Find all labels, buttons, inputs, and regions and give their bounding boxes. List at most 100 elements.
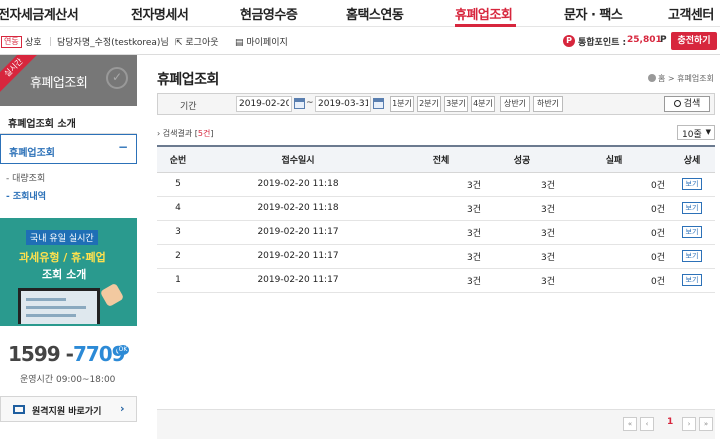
sidebar-header: 실시간 휴폐업조회 ✓	[0, 55, 137, 106]
calendar-icon[interactable]	[294, 98, 305, 109]
home-icon	[648, 74, 656, 82]
sidebar-subitem-history[interactable]: - 조회내역	[6, 189, 46, 202]
cell-received: 2019-02-20 11:17	[199, 244, 397, 269]
nav-customer-center[interactable]: 고객센터	[668, 4, 714, 23]
collapse-icon[interactable]: −	[118, 140, 128, 154]
result-summary: › 검색결과 [5건]	[157, 129, 214, 138]
view-button[interactable]: 보기	[682, 250, 702, 262]
col-header-fail: 실패	[559, 145, 669, 173]
cell-success: 3건	[485, 172, 559, 197]
nav-active-underline	[455, 24, 516, 27]
view-button[interactable]: 보기	[682, 178, 702, 190]
next-page-button[interactable]: ›	[682, 417, 696, 431]
sidebar-item-closure-lookup[interactable]: 휴폐업조회 −	[0, 134, 137, 164]
view-button[interactable]: 보기	[682, 274, 702, 286]
view-button[interactable]: 보기	[682, 202, 702, 214]
nav-e-tax-invoice[interactable]: 전자세금계산서	[0, 4, 79, 23]
sidebar-subitem-bulk-lookup[interactable]: - 대량조회	[6, 171, 45, 184]
col-header-received: 접수일시	[199, 145, 397, 173]
cell-total: 3건	[397, 244, 485, 269]
pagination: « ‹ 1 › »	[157, 409, 715, 439]
cell-received: 2019-02-20 11:18	[199, 196, 397, 221]
cell-no: 1	[157, 268, 199, 293]
date-separator: ~	[306, 98, 314, 108]
col-header-detail: 상세	[669, 145, 715, 173]
search-panel: 기간 ~ 1분기 2분기 3분기 4분기 상반기 하반기 검색	[157, 93, 715, 115]
col-header-no: 순번	[157, 145, 199, 173]
quarter-1-button[interactable]: 1분기	[390, 96, 414, 112]
second-half-button[interactable]: 하반기	[533, 96, 563, 112]
view-button[interactable]: 보기	[682, 226, 702, 238]
points-icon: P	[563, 35, 575, 47]
mypage-link[interactable]: ▤ 마이페이지	[235, 35, 288, 48]
table-row: 5 2019-02-20 11:18 3건 3건 0건 보기	[157, 172, 715, 197]
cell-total: 3건	[397, 268, 485, 293]
history-table: 순번 접수일시 전체 성공 실패 상세 5 2019-02-20 11:18 3…	[157, 145, 715, 293]
banner-line-3: 조회 소개	[42, 268, 87, 281]
chevron-right-icon: ›	[120, 402, 125, 415]
promo-banner[interactable]: 국내 유일 실시간 과세유형 / 휴·폐업 조회 소개	[0, 218, 137, 326]
table-row: 2 2019-02-20 11:17 3건 3건 0건 보기	[157, 244, 715, 269]
first-page-button[interactable]: «	[623, 417, 637, 431]
cell-total: 3건	[397, 220, 485, 245]
table-row: 1 2019-02-20 11:17 3건 3건 0건 보기	[157, 268, 715, 293]
nav-e-statement[interactable]: 전자명세서	[131, 4, 189, 23]
cell-received: 2019-02-20 11:18	[199, 172, 397, 197]
page-title: 휴폐업조회	[157, 72, 219, 88]
cell-success: 3건	[485, 220, 559, 245]
user-name: 담당자명_수정(testkorea)님	[57, 38, 169, 48]
result-count: 5건	[197, 129, 211, 138]
table-header-row: 순번 접수일시 전체 성공 실패 상세	[157, 145, 715, 173]
chevron-down-icon: ▼	[705, 128, 711, 136]
quarter-3-button[interactable]: 3분기	[444, 96, 468, 112]
cell-received: 2019-02-20 11:17	[199, 220, 397, 245]
rows-per-page-select[interactable]: 10줄 ▼	[677, 125, 715, 140]
col-header-success: 성공	[485, 145, 559, 173]
check-icon: ✓	[112, 70, 123, 84]
nav-hometax-link[interactable]: 홈택스연동	[346, 4, 404, 23]
points-label: 통합포인트 :	[578, 38, 627, 48]
chat-bubble-icon: OK	[117, 345, 129, 355]
divider	[50, 37, 51, 46]
sidebar-item-intro[interactable]: 휴폐업조회 소개	[0, 106, 137, 134]
breadcrumb: 홈 > 휴폐업조회	[648, 73, 714, 84]
support-hours: 운영시간 09:00~18:00	[20, 375, 116, 385]
cell-total: 3건	[397, 196, 485, 221]
cell-fail: 0건	[559, 172, 669, 197]
table-row: 4 2019-02-20 11:18 3건 3건 0건 보기	[157, 196, 715, 221]
current-page[interactable]: 1	[667, 417, 673, 427]
banner-line-1: 국내 유일 실시간	[26, 230, 98, 245]
main-content: 휴폐업조회 홈 > 휴폐업조회 기간 ~ 1분기 2분기 3분기 4분기 상반기…	[145, 55, 720, 439]
sidebar-item-label: 휴폐업조회	[9, 148, 55, 159]
calendar-icon[interactable]	[373, 98, 384, 109]
cell-success: 3건	[485, 244, 559, 269]
sidebar-title: 휴폐업조회	[30, 76, 88, 91]
points-unit: P	[660, 35, 667, 45]
top-navigation: 전자세금계산서 전자명세서 현금영수증 홈택스연동 휴폐업조회 문자 · 팩스 …	[0, 0, 720, 27]
cell-fail: 0건	[559, 196, 669, 221]
first-half-button[interactable]: 상반기	[500, 96, 530, 112]
cell-fail: 0건	[559, 244, 669, 269]
charge-button[interactable]: 충전하기	[671, 32, 717, 50]
nav-sms-fax[interactable]: 문자 · 팩스	[564, 4, 623, 23]
quarter-2-button[interactable]: 2분기	[417, 96, 441, 112]
date-from-input[interactable]	[236, 96, 292, 112]
last-page-button[interactable]: »	[699, 417, 713, 431]
cell-no: 5	[157, 172, 199, 197]
search-button[interactable]: 검색	[664, 96, 710, 112]
date-to-input[interactable]	[315, 96, 371, 112]
nav-cash-receipt[interactable]: 현금영수증	[240, 4, 298, 23]
cell-success: 3건	[485, 268, 559, 293]
nav-closure-lookup[interactable]: 휴폐업조회	[455, 4, 513, 23]
banner-line-2: 과세유형 / 휴·폐업	[19, 251, 106, 264]
logout-link[interactable]: ⇱ 로그아웃	[175, 35, 219, 48]
screen-line	[26, 306, 86, 309]
period-label: 기간	[180, 102, 197, 112]
prev-page-button[interactable]: ‹	[640, 417, 654, 431]
remote-support-button[interactable]: 원격지원 바로가기 ›	[0, 396, 137, 422]
user-bar: 연동 상호 담당자명_수정(testkorea)님 ⇱ 로그아웃 ▤ 마이페이지…	[0, 28, 720, 55]
logout-icon: ⇱	[175, 38, 186, 48]
quarter-4-button[interactable]: 4분기	[471, 96, 495, 112]
company-name: 상호	[25, 38, 42, 48]
cell-no: 2	[157, 244, 199, 269]
